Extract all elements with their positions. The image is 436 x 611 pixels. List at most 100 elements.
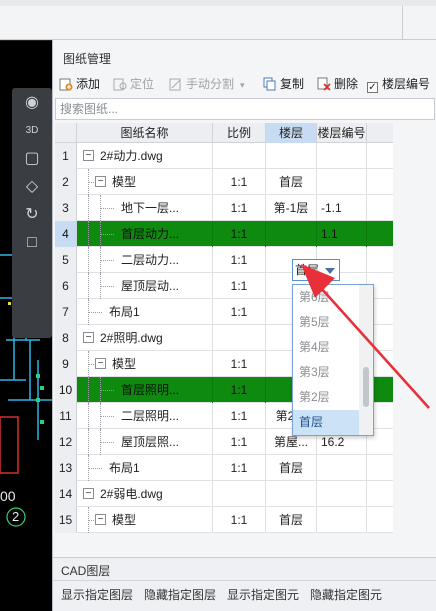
ratio-cell[interactable]: 1:1 [213,247,266,273]
row-number[interactable]: 2 [55,169,77,195]
floor-cell[interactable] [266,481,317,507]
show-element-button[interactable]: 显示指定图元 [227,586,299,603]
header-floor-number[interactable]: 楼层编号 [317,123,367,143]
view-3d-icon[interactable]: 3D [18,118,46,144]
collapse-toggle-icon[interactable]: − [83,488,94,499]
search-input[interactable]: 搜索图纸... [55,98,435,120]
table-row[interactable]: 3 地下一层... 1:1 第-1层 -1.1 [55,195,393,221]
row-number[interactable]: 5 [55,247,77,273]
cube-view-icon[interactable]: ▢ [18,146,46,172]
collapse-toggle-icon[interactable]: − [95,176,106,187]
header-ratio[interactable]: 比例 [213,123,266,143]
row-number[interactable]: 13 [55,455,77,481]
drawing-name-cell[interactable]: 首层照明... [77,377,213,403]
ratio-cell[interactable]: 1:1 [213,403,266,429]
floor-cell[interactable]: 首层 [266,169,317,195]
floor-cell[interactable]: 首层 [266,455,317,481]
floor-number-cell[interactable] [317,143,367,169]
drawing-name-cell[interactable]: 屋顶层动... [77,273,213,299]
locate-button[interactable]: 定位 [113,74,154,94]
table-row[interactable]: 1−2#动力.dwg [55,143,393,169]
table-row[interactable]: 14−2#弱电.dwg [55,481,393,507]
collapse-toggle-icon[interactable]: − [83,150,94,161]
row-number[interactable]: 11 [55,403,77,429]
row-number[interactable]: 4 [55,221,77,247]
drawing-name-cell[interactable]: 二层动力... [77,247,213,273]
collapse-toggle-icon[interactable]: − [95,514,106,525]
copy-button[interactable]: 复制 [263,74,304,94]
row-number[interactable]: 7 [55,299,77,325]
tree-guide-line [88,429,89,455]
ratio-cell[interactable]: 1:1 [213,351,266,377]
collapse-toggle-icon[interactable]: − [83,332,94,343]
delete-button[interactable]: 删除 [317,74,358,94]
row-number[interactable]: 8 [55,325,77,351]
drawing-name-cell[interactable]: − 模型 [77,169,213,195]
row-number[interactable]: 9 [55,351,77,377]
row-number[interactable]: 15 [55,507,77,533]
row-number[interactable]: 12 [55,429,77,455]
tree-guide-line [88,247,89,273]
tree-branch-line [88,312,102,313]
drawing-name-cell[interactable]: 首层动力... [77,221,213,247]
row-number[interactable]: 3 [55,195,77,221]
wireframe-cube-icon[interactable]: ◇ [18,174,46,200]
drawing-name-cell[interactable]: 布局1 [77,455,213,481]
row-number[interactable]: 10 [55,377,77,403]
drawing-name-cell[interactable]: −2#动力.dwg [77,143,213,169]
cad-canvas[interactable]: ◉ 3D ▢ ◇ ↻ □ 00 2 [0,40,52,611]
floor-cell[interactable]: 第-1层 [266,195,317,221]
ratio-cell[interactable]: 1:1 [213,273,266,299]
floor-number-cell[interactable] [317,481,367,507]
hide-element-button[interactable]: 隐藏指定图元 [310,586,382,603]
ratio-cell[interactable]: 1:1 [213,299,266,325]
header-corner [55,123,77,143]
drawing-name-cell[interactable]: − 模型 [77,351,213,377]
header-name[interactable]: 图纸名称 [77,123,213,143]
floor-number-cell[interactable] [317,455,367,481]
ratio-cell[interactable]: 1:1 [213,221,266,247]
ratio-cell[interactable] [213,143,266,169]
ratio-cell[interactable] [213,325,266,351]
row-number[interactable]: 6 [55,273,77,299]
drawing-name-cell[interactable]: −2#弱电.dwg [77,481,213,507]
tree-branch-line [88,364,94,365]
ratio-cell[interactable]: 1:1 [213,169,266,195]
row-number[interactable]: 14 [55,481,77,507]
box-view-icon[interactable]: □ [18,230,46,256]
tree-branch-line [100,208,114,209]
drawing-name-cell[interactable]: −2#照明.dwg [77,325,213,351]
drawing-name-cell[interactable]: 布局1 [77,299,213,325]
floor-cell[interactable] [266,143,317,169]
header-floor[interactable]: 楼层 [266,123,317,143]
drawing-name-cell[interactable]: − 模型 [77,507,213,533]
view-nav-strip: ◉ 3D ▢ ◇ ↻ □ [12,88,52,338]
collapse-toggle-icon[interactable]: − [95,358,106,369]
floor-cell[interactable]: 首层 [266,507,317,533]
ratio-cell[interactable]: 1:1 [213,195,266,221]
floor-number-checkbox[interactable]: ✓ 楼层编号 [367,74,430,94]
hide-layer-button[interactable]: 隐藏指定图层 [144,586,216,603]
show-layer-button[interactable]: 显示指定图层 [61,586,133,603]
ratio-cell[interactable] [213,481,266,507]
add-button[interactable]: 添加 [59,74,100,94]
row-number[interactable]: 1 [55,143,77,169]
drawing-name-cell[interactable]: 二层照明... [77,403,213,429]
drawing-name-cell[interactable]: 屋顶层照... [77,429,213,455]
ratio-cell[interactable]: 1:1 [213,429,266,455]
table-row[interactable]: 15− 模型 1:1 首层 [55,507,393,533]
orbit-icon[interactable]: ◉ [18,90,46,116]
table-row[interactable]: 13 布局1 1:1 首层 [55,455,393,481]
manual-split-button[interactable]: 手动分割 ▾ [169,74,245,94]
floor-number-cell[interactable]: -1.1 [317,195,367,221]
tree-branch-line [88,182,94,183]
ratio-cell[interactable]: 1:1 [213,377,266,403]
rotate-icon[interactable]: ↻ [18,202,46,228]
ratio-cell[interactable]: 1:1 [213,507,266,533]
floor-number-cell[interactable] [317,507,367,533]
floor-number-cell[interactable] [317,169,367,195]
cad-text-2: 2 [12,509,20,524]
ratio-cell[interactable]: 1:1 [213,455,266,481]
drawing-name-cell[interactable]: 地下一层... [77,195,213,221]
table-row[interactable]: 2− 模型 1:1 首层 [55,169,393,195]
